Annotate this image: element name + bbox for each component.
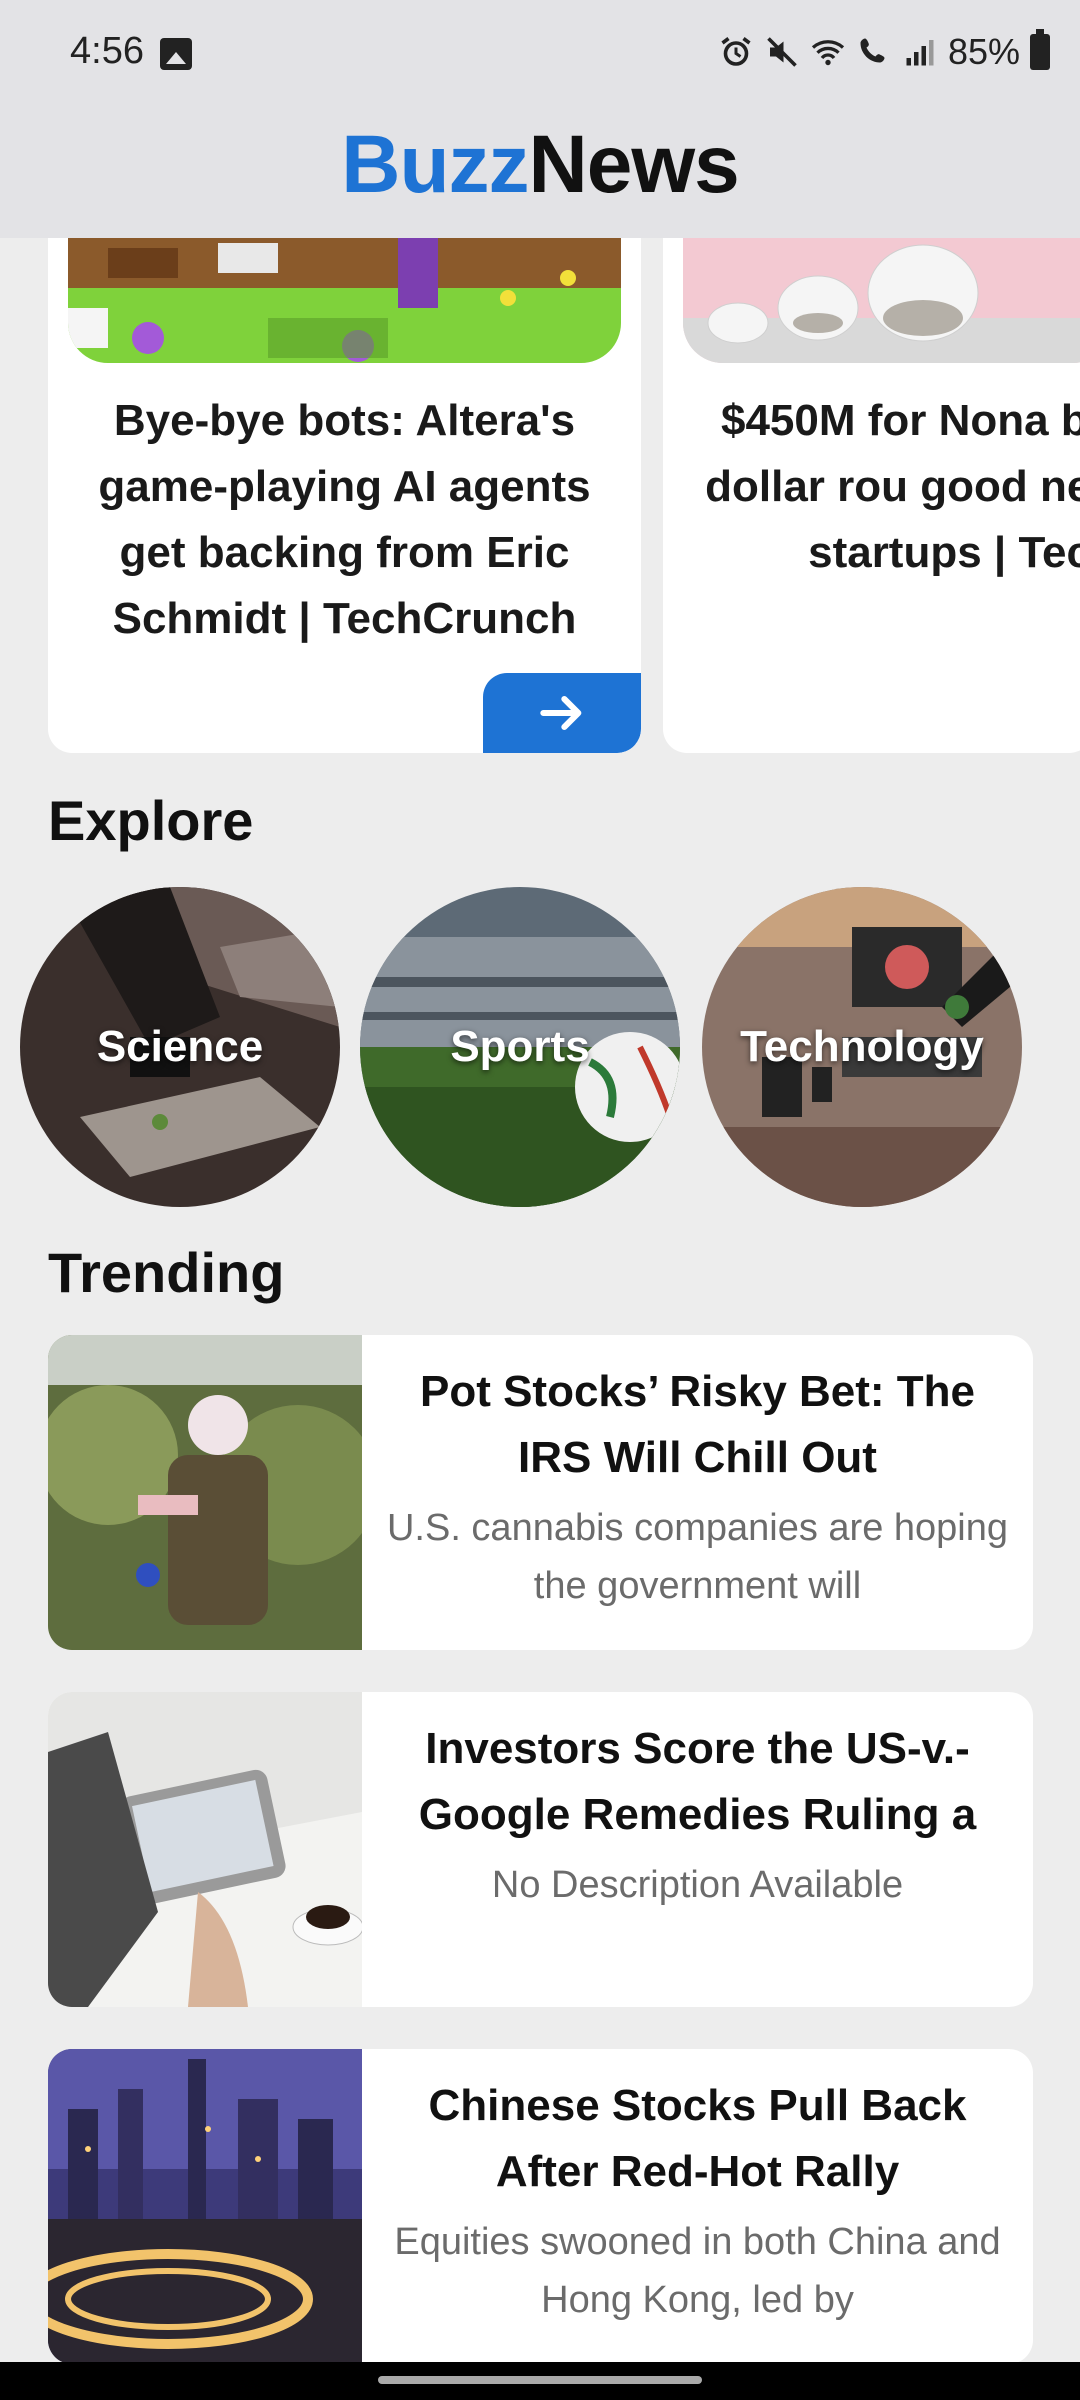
trending-item-image: [48, 2049, 362, 2364]
logo-part-buzz: Buzz: [341, 119, 529, 210]
status-bar: 4:56 85%: [0, 0, 1080, 110]
arrow-right-icon: [540, 695, 582, 731]
category-science[interactable]: Science: [20, 887, 340, 1207]
wifi-icon: [811, 40, 845, 66]
category-technology[interactable]: Technology: [702, 887, 1022, 1207]
gallery-notification-icon: [160, 38, 192, 70]
mute-icon: [767, 37, 797, 67]
app-header: 4:56 85% BuzzNews: [0, 0, 1080, 238]
featured-card-title: Bye-bye bots: Altera's game-playing AI a…: [98, 396, 591, 643]
trending-item-headline: Chinese Stocks Pull Back After Red-Hot R…: [428, 2081, 967, 2196]
status-icons: 85%: [718, 29, 1050, 74]
trending-item[interactable]: Investors Score the US-v.-Google Remedie…: [48, 1692, 1033, 2007]
battery-percent: 85%: [947, 31, 1020, 72]
trending-item[interactable]: Pot Stocks’ Risky Bet: The IRS Will Chil…: [48, 1335, 1033, 1650]
featured-card-image: [68, 238, 621, 363]
home-gesture-handle[interactable]: [378, 2376, 702, 2384]
battery-icon: [1030, 29, 1050, 70]
trending-item-description: No Description Available: [491, 1864, 904, 1906]
signal-icon: [906, 40, 934, 66]
wifi-call-icon: [860, 38, 885, 63]
trending-item-headline: Pot Stocks’ Risky Bet: The IRS Will Chil…: [419, 1367, 976, 1482]
system-nav-bar: [0, 2362, 1080, 2400]
featured-card[interactable]: $450M for Nona billion-dollar rou good n…: [663, 238, 1080, 753]
trending-item[interactable]: Chinese Stocks Pull Back After Red-Hot R…: [48, 2049, 1033, 2364]
category-sports[interactable]: Sports: [360, 887, 680, 1207]
category-label: Science: [96, 1022, 264, 1071]
trending-heading: Trending: [48, 1241, 285, 1304]
trending-item-image: [48, 1335, 362, 1650]
trending-item-description: U.S. cannabis companies are hoping the g…: [386, 1507, 1009, 1607]
open-article-button[interactable]: [483, 673, 641, 753]
category-label: Sports: [450, 1022, 590, 1071]
logo-part-news: News: [528, 119, 740, 210]
explore-heading: Explore: [48, 789, 254, 852]
featured-card[interactable]: Bye-bye bots: Altera's game-playing AI a…: [48, 238, 641, 753]
trending-item-headline: Investors Score the US-v.-Google Remedie…: [418, 1724, 977, 1839]
category-label: Technology: [740, 1022, 984, 1071]
app-logo: BuzzNews: [0, 118, 1080, 212]
alarm-icon: [721, 37, 751, 66]
trending-item-image: [48, 1692, 362, 2007]
featured-carousel[interactable]: Bye-bye bots: Altera's game-playing AI a…: [0, 238, 1080, 753]
featured-card-title: $450M for Nona billion-dollar rou good n…: [705, 396, 1080, 577]
status-time: 4:56: [70, 30, 144, 72]
trending-item-description: Equities swooned in both China and Hong …: [394, 2221, 1001, 2321]
featured-card-image: [683, 238, 1080, 363]
